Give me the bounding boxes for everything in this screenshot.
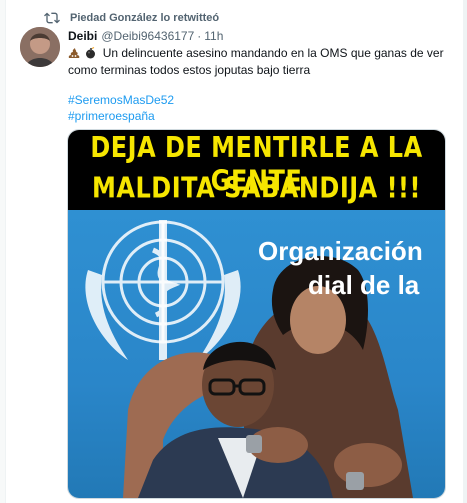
meme-banner: DEJA DE MENTIRLE A LA GENTE MALDITA SABA… [68,130,445,210]
display-name[interactable]: Deibi [68,29,97,43]
retweet-label[interactable]: Piedad González lo retwitteó [70,12,219,24]
tweet-header: Deibi @Deibi96436177 · 11h [68,29,223,43]
tweet-body: Un delincuente asesino mandando en la OM… [68,45,458,79]
hashtag-link[interactable]: #primeroespaña [68,108,174,124]
hashtag-link[interactable]: #SeremosMasDe52 [68,92,174,108]
banner-line-2: MALDITA SABANDIJA !!! [92,171,421,205]
retweet-icon [44,10,60,26]
retweet-context: Piedad González lo retwitteó [44,9,219,27]
meme-photo: Organización dial de la [68,210,445,498]
separator-dot: · [197,29,202,43]
tweet-media-image[interactable]: DEJA DE MENTIRLE A LA GENTE MALDITA SABA… [67,129,446,499]
avatar[interactable] [20,27,60,67]
left-frame-edge [0,0,6,503]
tweet-text: Un delincuente asesino mandando en la OM… [68,46,444,77]
who-logo-text-line-2: dial de la [308,270,420,300]
who-logo-text-line-1: Organización [258,236,423,266]
right-frame-edge [463,0,467,503]
bomb-emoji-icon [85,47,97,59]
hashtag-list: #SeremosMasDe52 #primeroespaña [68,92,174,124]
poop-emoji-icon [68,47,80,59]
tweet-timestamp[interactable]: 11h [204,29,223,43]
user-handle[interactable]: @Deibi96436177 [101,29,194,43]
